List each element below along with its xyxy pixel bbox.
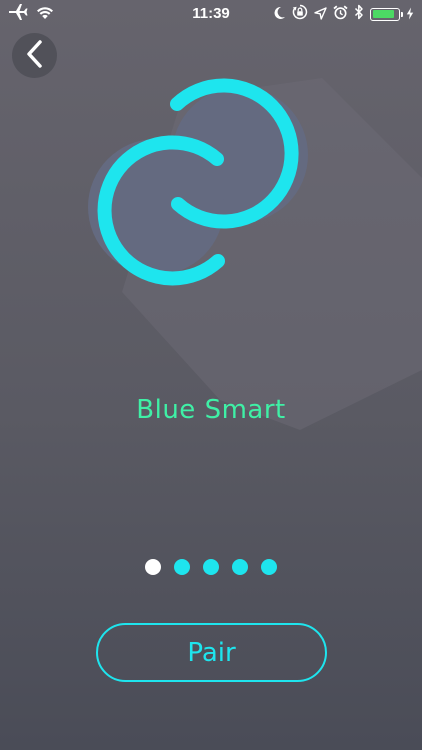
page-dot-3[interactable] — [203, 559, 219, 575]
linked-circles-icon — [88, 78, 422, 430]
page-dot-4[interactable] — [232, 559, 248, 575]
page-dot-5[interactable] — [261, 559, 277, 575]
pair-button[interactable]: Pair — [96, 623, 327, 682]
app-name: Blue Smart — [136, 395, 286, 425]
app-logo — [0, 0, 422, 430]
page-dot-1[interactable] — [145, 559, 161, 575]
page-indicator — [0, 559, 422, 575]
page-dot-2[interactable] — [174, 559, 190, 575]
